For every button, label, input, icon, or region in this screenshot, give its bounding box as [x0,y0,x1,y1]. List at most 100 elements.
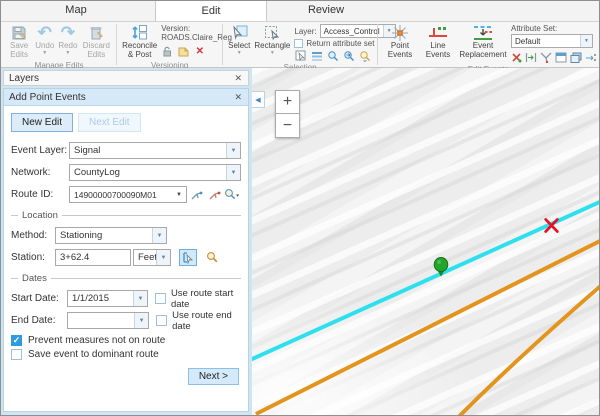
save-icon [11,24,27,41]
chevron-down-icon: ▼ [152,228,166,243]
ribbon-separator [116,24,117,65]
add-point-events-header[interactable]: Add Point Events ✕ [4,89,248,106]
event-layer-label: Event Layer: [11,145,69,156]
attribute-list-icon[interactable] [310,49,323,62]
delete-event-icon[interactable] [511,51,522,64]
zoom-next-selected-icon[interactable] [342,49,355,62]
use-route-start-date-checkbox[interactable] [155,293,166,304]
discard-edits-label: Discard Edits [81,42,111,60]
reconcile-post-label: Reconcile & Post [122,42,157,60]
station-input[interactable] [55,249,131,266]
pick-route-from-map-icon[interactable] [205,186,223,203]
version-label: Version: [161,24,217,33]
layers-panel-header[interactable]: Layers ✕ [3,70,249,86]
undo-button[interactable]: ↶ Undo ▼ [33,23,56,56]
ribbon-separator [222,24,223,65]
tab-review[interactable]: Review [289,0,363,21]
next-edit-button[interactable]: Next Edit [78,113,141,132]
app-window: Map Edit Review Save Edits ↶ Undo [0,0,600,416]
chevron-down-icon: ▼ [580,35,592,47]
location-section: Location [11,210,241,221]
layers-panel-title: Layers [9,73,233,84]
pick-route-icon[interactable] [187,186,205,203]
event-replacement-label: Event Replacement [459,42,506,60]
route-highlight-line[interactable] [252,201,599,360]
stacked-windows-icon[interactable] [570,51,582,64]
zoom-in-button[interactable]: + [275,90,300,114]
use-route-start-date-label: Use route start date [171,288,241,310]
attributes-window-icon[interactable] [555,51,567,64]
route-id-value: 14900000700090M01 [70,190,172,200]
panel-collapse-button[interactable]: ◀ [252,91,265,108]
trash-icon [89,24,104,41]
layer-label: Layer: [294,27,316,36]
close-icon[interactable]: ✕ [233,92,243,103]
route-id-combo[interactable]: 14900000700090M01 ▼ [69,186,187,203]
network-select[interactable]: CountyLog ▼ [69,164,241,181]
check-icon: ✓ [13,335,21,346]
point-events-button[interactable]: Point Events [381,23,419,61]
map-view[interactable]: ◀ + − [252,68,599,415]
prevent-measures-label: Prevent measures not on route [28,335,165,346]
redo-button[interactable]: ↷ Redo ▼ [56,23,79,56]
end-date-combo[interactable]: ▼ [67,312,149,329]
rectangle-select-button[interactable]: Rectangle ▼ [252,23,292,56]
flash-selected-icon[interactable] [358,49,371,62]
tab-map[interactable]: Map [41,0,111,21]
ribbon-separator [377,24,378,65]
offset-event-icon[interactable] [525,51,537,64]
dock-panel-area: Layers ✕ Add Point Events ✕ New Edit Nex… [1,68,252,415]
start-date-combo[interactable]: 1/1/2015 ▼ [67,290,148,307]
return-attribute-checkbox[interactable] [294,39,303,48]
unlock-icon[interactable] [161,45,174,58]
save-edits-button[interactable]: Save Edits [5,23,33,61]
save-dominant-route-label: Save event to dominant route [28,349,159,360]
event-layer-select[interactable]: Signal ▼ [69,142,241,159]
chevron-down-icon: ▼ [65,51,70,55]
line-events-button[interactable]: Line Events [419,23,457,61]
station-unit-select[interactable]: Feet ▼ [133,249,171,266]
redo-icon: ↷ [61,24,75,41]
attribute-set-select[interactable]: Default ▼ [511,34,593,48]
save-edits-label: Save Edits [7,42,31,60]
line-events-label: Line Events [426,42,450,60]
reconcile-post-button[interactable]: Reconcile & Post [120,23,159,61]
road-line [256,240,599,413]
new-version-icon[interactable] [177,45,190,58]
new-edit-button[interactable]: New Edit [11,113,73,132]
zoom-to-route-icon[interactable] [223,186,241,203]
point-events-icon [391,24,409,41]
split-event-icon[interactable] [540,51,552,64]
reconcile-icon [131,24,149,41]
zoom-out-button[interactable]: − [275,114,300,138]
event-replacement-button[interactable]: Event Replacement [457,23,509,61]
attribute-set-value: Default [512,37,580,46]
network-label: Network: [11,167,69,178]
method-select[interactable]: Stationing ▼ [55,227,167,244]
event-replacement-icon [472,24,494,41]
delete-version-icon[interactable]: ✕ [193,45,206,58]
pick-station-button[interactable] [179,249,197,266]
start-date-label: Start Date: [11,293,67,304]
select-button[interactable]: Select ▼ [226,23,252,56]
chevron-down-icon: ▼ [270,51,275,55]
zoom-to-selected-icon[interactable] [326,49,339,62]
chevron-down-icon: ▼ [237,51,242,55]
event-options-icon[interactable] [585,51,597,64]
zoom-to-station-icon[interactable] [203,249,221,266]
select-cursor-icon [231,24,248,41]
event-layer-value: Signal [70,145,226,156]
close-icon[interactable]: ✕ [233,73,243,84]
tab-edit[interactable]: Edit [155,0,267,21]
map-features [252,68,599,415]
use-route-end-date-checkbox[interactable] [156,315,167,326]
save-dominant-route-checkbox[interactable] [11,349,22,360]
attribute-set-label: Attribute Set: [511,24,593,33]
discard-edits-button[interactable]: Discard Edits [79,23,113,61]
select-features-icon[interactable] [294,49,307,62]
next-button[interactable]: Next > [188,368,239,385]
chevron-down-icon: ▼ [134,313,148,328]
add-point-events-panel: Add Point Events ✕ New Edit Next Edit Ev… [3,88,249,412]
ribbon: Map Edit Review Save Edits ↶ Undo [1,1,599,68]
prevent-measures-checkbox[interactable]: ✓ [11,335,22,346]
